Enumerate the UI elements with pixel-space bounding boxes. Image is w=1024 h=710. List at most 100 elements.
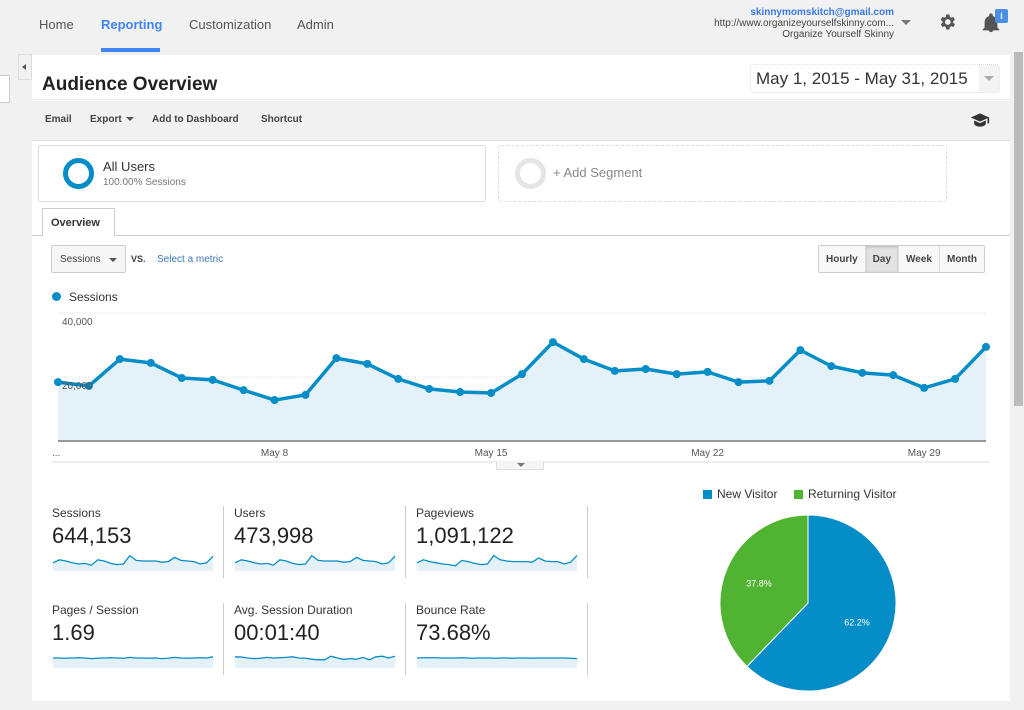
- sessions-data-point[interactable]: May 14: 15300: [456, 388, 465, 397]
- sessions-data-point[interactable]: May 20: 22500: [641, 365, 650, 373]
- tab-overview[interactable]: Overview: [42, 208, 115, 236]
- kpi-pages-session[interactable]: Pages / Session 1.69: [52, 603, 222, 670]
- kpi-divider: [223, 506, 224, 578]
- pie-legend-new-visitor[interactable]: New Visitor: [703, 487, 777, 501]
- chevron-down-icon[interactable]: [979, 65, 999, 92]
- nav-tab-admin[interactable]: Admin: [297, 17, 334, 32]
- graduation-cap-icon[interactable]: [970, 112, 990, 128]
- nav-tab-reporting[interactable]: Reporting: [101, 17, 162, 32]
- sessions-data-point[interactable]: May 25: 28400: [796, 346, 805, 355]
- kpi-bounce-rate[interactable]: Bounce Rate 73.68%: [416, 603, 586, 670]
- account-property: Organize Yourself Skinny: [782, 29, 894, 40]
- granularity-month-button[interactable]: Month: [939, 246, 984, 272]
- segment-all-users[interactable]: All Users 100.00% Sessions: [38, 145, 486, 202]
- x-tick-label: May 22: [691, 448, 724, 459]
- vs-label: VS.: [131, 254, 146, 264]
- sparkline-line: [416, 657, 578, 660]
- kpi-value: 00:01:40: [234, 620, 320, 645]
- segment-sessions-share: 100.00% Sessions: [103, 177, 186, 188]
- kpi-value: 1.69: [52, 620, 95, 645]
- sessions-data-point[interactable]: May 5: 19700: [177, 373, 186, 382]
- kpi-users[interactable]: Users 473,998: [234, 506, 404, 573]
- sessions-data-point[interactable]: May 2: 17200: [84, 381, 93, 390]
- kpi-value: 473,998: [234, 523, 314, 548]
- page-scrollbar-thumb[interactable]: [1014, 52, 1023, 406]
- granularity-day-button[interactable]: Day: [865, 246, 900, 272]
- shortcut-button[interactable]: Shortcut: [261, 114, 302, 125]
- add-to-dashboard-button[interactable]: Add to Dashboard: [152, 114, 239, 125]
- visitor-type-pie-chart: 62.2% 37.8%: [719, 514, 897, 692]
- sessions-data-point[interactable]: May 21: 20900: [672, 370, 681, 379]
- sessions-data-point[interactable]: May 11: 24100: [363, 359, 372, 368]
- granularity-week-button[interactable]: Week: [899, 246, 940, 272]
- granularity-toggle: Hourly Day Week Month: [818, 245, 985, 273]
- sessions-data-point[interactable]: May 10: 25900: [332, 354, 341, 363]
- sessions-data-point[interactable]: May 12: 19400: [394, 374, 403, 383]
- sessions-data-point[interactable]: May 22: 21600: [703, 367, 712, 376]
- sessions-data-point[interactable]: May 30: 19400: [951, 374, 960, 383]
- sessions-data-point[interactable]: May 8: 12800: [270, 396, 279, 405]
- sessions-data-point[interactable]: May 24: 18800: [765, 376, 774, 385]
- sessions-data-point[interactable]: May 31: 29400: [982, 342, 990, 351]
- sessions-data-point[interactable]: May 7: 15900: [239, 386, 248, 395]
- sessions-data-point[interactable]: May 13: 16300: [425, 384, 434, 393]
- gear-icon[interactable]: [937, 12, 957, 32]
- returning-visitor-swatch-icon: [794, 490, 803, 499]
- title-bar: Audience Overview May 1, 2015 - May 31, …: [32, 55, 1010, 100]
- pie-legend-returning-visitor[interactable]: Returning Visitor: [794, 487, 897, 501]
- sessions-data-point[interactable]: May 9: 14400: [301, 390, 310, 399]
- y-tick-label: 40,000: [62, 317, 93, 328]
- kpi-divider: [223, 603, 224, 675]
- sessions-data-point[interactable]: May 19: 21900: [610, 366, 619, 375]
- nav-tab-customization[interactable]: Customization: [189, 17, 271, 32]
- kpi-label: Pages / Session: [52, 603, 139, 617]
- add-segment-button[interactable]: + Add Segment: [498, 145, 947, 202]
- kpi-sparkline: [53, 656, 214, 668]
- email-button[interactable]: Email: [45, 114, 72, 125]
- add-segment-label: + Add Segment: [553, 165, 643, 180]
- export-button[interactable]: Export: [90, 114, 134, 125]
- collapse-sidebar-button[interactable]: [18, 54, 32, 80]
- kpi-divider: [405, 506, 406, 578]
- sessions-data-point[interactable]: May 28: 20600: [889, 371, 898, 380]
- notification-badge[interactable]: i: [995, 9, 1008, 23]
- kpi-sparkline: [416, 554, 578, 571]
- tab-divider: [32, 235, 1010, 236]
- sessions-data-point[interactable]: May 6: 19100: [208, 375, 217, 384]
- sessions-data-point[interactable]: May 15: 15000: [487, 389, 496, 397]
- account-url: http://www.organizeyourselfskinny.com...: [714, 18, 894, 29]
- sessions-data-point[interactable]: May 16: 20900: [518, 370, 526, 379]
- sessions-data-point[interactable]: May 27: 21300: [858, 368, 867, 377]
- kpi-avg-session-duration[interactable]: Avg. Session Duration 00:01:40: [234, 603, 404, 670]
- metric-select[interactable]: Sessions: [51, 245, 126, 273]
- kpi-sessions[interactable]: Sessions 644,153: [52, 506, 222, 573]
- chart-expand-handle[interactable]: [496, 461, 544, 470]
- sessions-data-point[interactable]: May 23: 18400: [734, 378, 743, 387]
- kpi-sparkline: [52, 554, 214, 571]
- new-visitor-swatch-icon: [703, 490, 712, 499]
- nav-tab-home[interactable]: Home: [39, 17, 74, 32]
- kpi-divider: [587, 603, 588, 675]
- sidebar-search-stub[interactable]: [0, 75, 10, 103]
- kpi-label: Pageviews: [416, 506, 475, 520]
- date-range-picker[interactable]: May 1, 2015 - May 31, 2015: [750, 64, 1000, 93]
- sessions-data-point[interactable]: May 3: 25600: [115, 355, 124, 364]
- account-dropdown-caret-icon[interactable]: [901, 20, 911, 25]
- sessions-data-point[interactable]: May 17: 30900: [548, 338, 557, 347]
- select-metric-link[interactable]: Select a metric: [157, 254, 223, 265]
- x-tick-label: May 8: [261, 448, 289, 459]
- sessions-data-point[interactable]: May 29: 16600: [920, 383, 929, 392]
- kpi-sparkline: [416, 657, 578, 668]
- sessions-legend-label: Sessions: [69, 290, 118, 304]
- kpi-pageviews[interactable]: Pageviews 1,091,122: [416, 506, 586, 573]
- sessions-data-point[interactable]: May 26: 23400: [827, 362, 836, 371]
- sessions-data-point[interactable]: May 18: 25600: [579, 355, 588, 364]
- kpi-sparkline: [234, 655, 396, 668]
- sessions-area: [58, 342, 986, 441]
- sparkline-area: [417, 657, 577, 668]
- account-selector[interactable]: skinnymomskitch@gmail.com http://www.org…: [714, 7, 894, 40]
- pie-legend-label: Returning Visitor: [808, 487, 897, 501]
- sessions-data-point[interactable]: May 1: 18400: [54, 378, 62, 387]
- granularity-hourly-button[interactable]: Hourly: [819, 246, 866, 272]
- sessions-data-point[interactable]: May 4: 24400: [146, 358, 155, 367]
